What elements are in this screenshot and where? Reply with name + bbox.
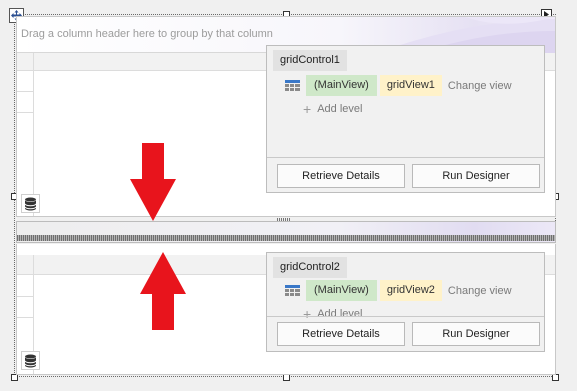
splitter-hatch [17, 235, 555, 241]
control-name-label: gridControl1 [273, 50, 347, 71]
arrow-up-icon [140, 252, 186, 330]
row-separator [17, 317, 34, 318]
control-name-label: gridControl2 [273, 257, 347, 278]
plus-icon: + [303, 100, 312, 117]
group-panel-hint: Drag a column header here to group by th… [21, 28, 273, 40]
row-separator [17, 296, 34, 297]
add-level-label: Add level [317, 103, 363, 115]
retrieve-details-button[interactable]: Retrieve Details [277, 164, 405, 188]
splitter-bar[interactable] [16, 221, 556, 243]
run-designer-button[interactable]: Run Designer [412, 164, 540, 188]
grid-view-icon [285, 80, 300, 91]
plus-icon: + [303, 305, 312, 322]
divider [267, 157, 544, 158]
add-level-label: Add level [317, 308, 363, 320]
add-level-link[interactable]: + Add level [303, 305, 363, 322]
change-view-link[interactable]: Change view [448, 80, 512, 92]
database-icon[interactable] [21, 194, 40, 213]
run-designer-button[interactable]: Run Designer [412, 322, 540, 346]
level-designer-2: gridControl2 (MainView) gridView2 Change… [266, 252, 545, 352]
view-name-label[interactable]: gridView2 [379, 280, 442, 301]
add-level-link[interactable]: + Add level [303, 100, 363, 117]
database-icon[interactable] [21, 351, 40, 370]
level-designer-1: gridControl1 (MainView) gridView1 Change… [266, 45, 545, 193]
main-view-label[interactable]: (MainView) [306, 280, 377, 301]
grid-view-icon [285, 285, 300, 296]
divider [267, 316, 544, 317]
level-tree-row: (MainView) gridView2 Change view [285, 280, 512, 301]
resize-handle-bottom[interactable] [283, 374, 290, 381]
row-separator [17, 91, 34, 92]
retrieve-details-button[interactable]: Retrieve Details [277, 322, 405, 346]
resize-handle-bottom-left[interactable] [11, 374, 18, 381]
change-view-link[interactable]: Change view [448, 285, 512, 297]
row-indicator-column [17, 53, 34, 216]
view-name-label[interactable]: gridView1 [379, 75, 442, 96]
arrow-down-icon [130, 143, 176, 221]
level-tree-row: (MainView) gridView1 Change view [285, 75, 512, 96]
main-view-label[interactable]: (MainView) [306, 75, 377, 96]
row-separator [17, 112, 34, 113]
resize-handle-bottom-right[interactable] [552, 374, 559, 381]
